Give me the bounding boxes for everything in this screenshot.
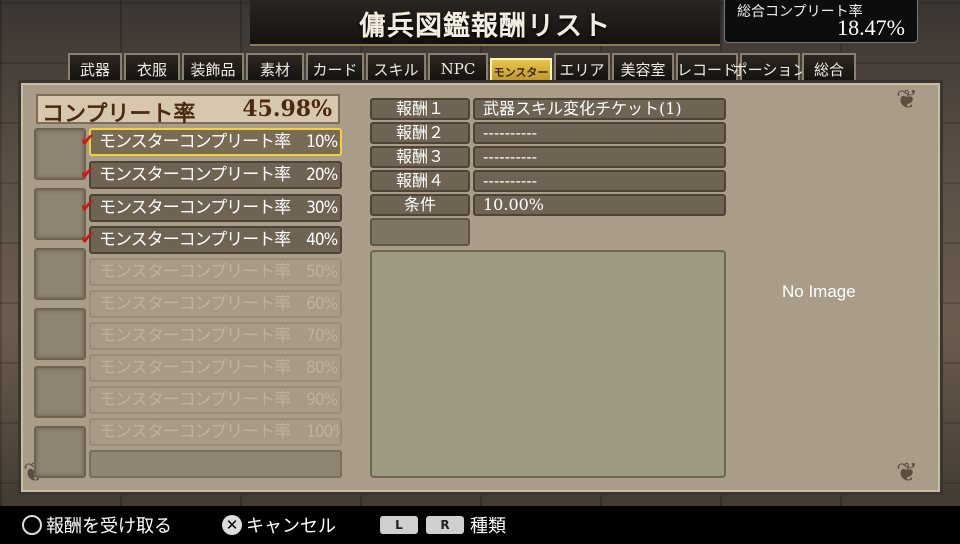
- detail-label: 報酬１: [370, 98, 470, 120]
- list-item[interactable]: モンスターコンプリート率 90%: [89, 386, 342, 414]
- list-item[interactable]: モンスターコンプリート率 30%: [89, 194, 342, 222]
- cross-button-icon: ✕: [222, 515, 242, 535]
- reward-slot: [34, 128, 86, 180]
- list-item[interactable]: モンスターコンプリート率 20%: [89, 161, 342, 189]
- tab-10[interactable]: レコード: [676, 53, 738, 83]
- detail-value: 武器スキル変化チケット(1): [473, 98, 726, 120]
- list-item[interactable]: モンスターコンプリート率 100%: [89, 418, 342, 446]
- cancel-label: キャンセル: [246, 516, 336, 537]
- overall-completion-box: 総合コンプリート率 18.47%: [724, 0, 918, 43]
- checkmark-icon: ✔: [80, 163, 96, 184]
- tab-1[interactable]: 衣服: [124, 53, 180, 83]
- tab-0[interactable]: 武器: [68, 53, 122, 83]
- details-action-button[interactable]: [370, 218, 470, 246]
- reward-slot: [34, 426, 86, 478]
- detail-value: ----------: [473, 146, 726, 168]
- checkmark-icon: ✔: [80, 130, 96, 151]
- receive-hint[interactable]: 報酬を受け取る: [22, 512, 172, 538]
- ornament-icon: ❦: [896, 458, 918, 488]
- tab-5[interactable]: スキル: [366, 53, 426, 83]
- tab-11[interactable]: ポーション: [733, 53, 807, 83]
- receive-label: 報酬を受け取る: [46, 516, 172, 537]
- reward-slot: [34, 188, 86, 240]
- checkmark-icon: ✔: [80, 228, 96, 249]
- list-item[interactable]: モンスターコンプリート率 80%: [89, 354, 342, 382]
- circle-button-icon: [22, 515, 42, 535]
- reward-slot: [34, 248, 86, 300]
- list-item[interactable]: モンスターコンプリート率 50%: [89, 258, 342, 286]
- detail-value: ----------: [473, 122, 726, 144]
- reward-preview: [370, 250, 726, 478]
- tab-8[interactable]: エリア: [554, 53, 610, 83]
- cancel-hint[interactable]: ✕ キャンセル: [222, 512, 336, 538]
- tab-2[interactable]: 装飾品: [182, 53, 244, 83]
- list-item[interactable]: モンスターコンプリート率 70%: [89, 322, 342, 350]
- tab-9[interactable]: 美容室: [612, 53, 674, 83]
- detail-label: 条件: [370, 194, 470, 216]
- completion-rate-label: コンプリート率: [42, 101, 196, 127]
- completion-rate-value: 45.98%: [242, 96, 332, 122]
- page-title: 傭兵図鑑報酬リスト: [359, 11, 611, 42]
- list-item[interactable]: モンスターコンプリート率 60%: [89, 290, 342, 318]
- reward-slot: [34, 308, 86, 360]
- list-item[interactable]: モンスターコンプリート率 10%: [89, 128, 342, 156]
- detail-value: 10.00%: [473, 194, 726, 216]
- tab-12[interactable]: 総合: [802, 53, 856, 83]
- kind-label: 種類: [470, 516, 506, 537]
- ornament-icon: ❦: [896, 85, 918, 115]
- title-bar: 傭兵図鑑報酬リスト: [250, 0, 720, 46]
- l-button-icon: L: [380, 516, 418, 534]
- detail-label: 報酬３: [370, 146, 470, 168]
- tab-4[interactable]: カード: [306, 53, 364, 83]
- category-tabs: 武器 衣服 装飾品 素材 カード スキル NPC モンスター エリア 美容室 レコード ポーション 総合: [68, 50, 856, 84]
- completion-rate-box: コンプリート率 45.98%: [36, 94, 340, 127]
- list-item[interactable]: モンスターコンプリート率 40%: [89, 226, 342, 254]
- detail-label: 報酬２: [370, 122, 470, 144]
- detail-label: 報酬４: [370, 170, 470, 192]
- checkmark-icon: ✔: [80, 196, 96, 217]
- switch-kind-hint[interactable]: L R 種類: [380, 512, 506, 538]
- r-button-icon: R: [426, 516, 464, 534]
- no-image-label: No Image: [782, 282, 856, 301]
- reward-slot: [34, 366, 86, 418]
- tab-6[interactable]: NPC: [428, 53, 488, 83]
- list-item[interactable]: [89, 450, 342, 478]
- detail-value: ----------: [473, 170, 726, 192]
- overall-completion-value: 18.47%: [837, 15, 905, 40]
- tab-3[interactable]: 素材: [246, 53, 304, 83]
